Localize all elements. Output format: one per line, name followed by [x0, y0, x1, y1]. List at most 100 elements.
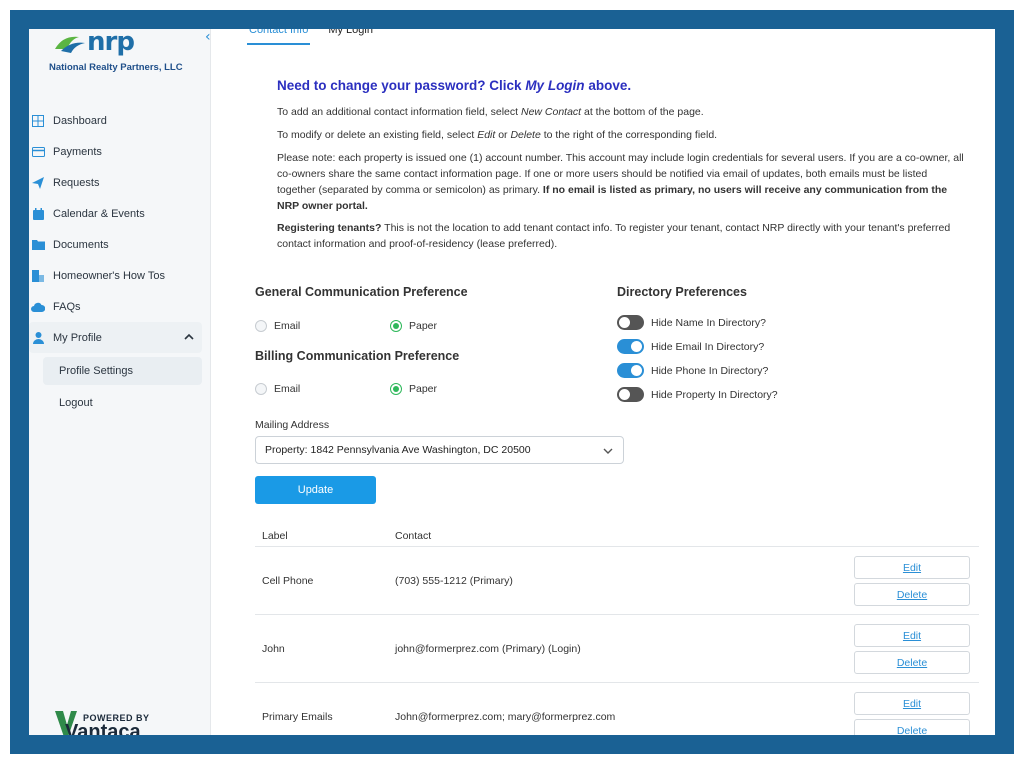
delete-button[interactable]: Delete [854, 719, 970, 735]
toggle-label: Hide Name In Directory? [651, 316, 766, 329]
sidebar-item-calendar-events[interactable]: Calendar & Events [29, 198, 211, 229]
hide-phone-toggle-row[interactable]: Hide Phone In Directory? [617, 363, 768, 378]
info-text: to the right of the corresponding field. [540, 129, 718, 141]
radio-email-general[interactable] [255, 320, 267, 332]
delete-button[interactable]: Delete [854, 651, 970, 674]
sidebar-item-faqs[interactable]: FAQs [29, 291, 211, 322]
sidebar-item-payments[interactable]: Payments [29, 136, 211, 167]
hide-property-toggle-row[interactable]: Hide Property In Directory? [617, 387, 778, 402]
app-window: nrp National Realty Partners, LLC ‹ Dash… [29, 29, 995, 735]
info-emphasis: New Contact [520, 106, 582, 118]
heading-prefix: Need to change your password? Click [277, 78, 526, 93]
general-comm-paper-option[interactable]: Paper [390, 320, 437, 332]
company-logo[interactable]: nrp National Realty Partners, LLC [47, 29, 197, 79]
sidebar-item-label: Homeowner's How Tos [53, 269, 165, 282]
radio-label: Paper [409, 383, 438, 395]
heading-suffix: above. [584, 78, 632, 93]
payments-icon [31, 145, 45, 159]
sidebar-item-label: Calendar & Events [53, 207, 145, 220]
sidebar-item-requests[interactable]: Requests [29, 167, 211, 198]
user-icon [31, 331, 45, 345]
nrp-logo-icon [55, 36, 85, 53]
info-emphasis: Edit [477, 129, 496, 141]
row-contact: john@formerprez.com (Primary) (Login) [395, 642, 581, 655]
info-text: To add an additional contact information… [277, 106, 521, 118]
vantaca-wordmark: Vantaca [65, 721, 141, 735]
send-icon [31, 176, 45, 190]
radio-label: Email [274, 383, 301, 395]
radio-label: Email [274, 320, 301, 332]
update-button[interactable]: Update [255, 476, 376, 504]
sidebar-item-homeowners-how-tos[interactable]: Homeowner's How Tos [29, 260, 211, 291]
info-modify-contact: To modify or delete an existing field, s… [277, 127, 967, 143]
delete-button[interactable]: Delete [854, 583, 970, 606]
tab-my-login[interactable]: My Login [328, 29, 373, 40]
sidebar-item-label: Payments [53, 145, 102, 158]
contacts-table: Label Contact Cell Phone (703) 555-1212 … [255, 525, 979, 735]
collapse-sidebar-icon[interactable]: ‹ [205, 29, 211, 45]
sidebar-item-documents[interactable]: Documents [29, 229, 211, 260]
sidebar-item-label: Dashboard [53, 114, 107, 127]
profile-submenu: Profile Settings Logout [29, 357, 211, 417]
hide-phone-toggle[interactable] [617, 363, 644, 378]
edit-button[interactable]: Edit [854, 624, 970, 647]
main-content: Contact Info My Login Need to change you… [235, 29, 995, 735]
chevron-up-icon[interactable] [184, 331, 194, 343]
sidebar-item-label: Requests [53, 176, 100, 189]
table-row: Cell Phone (703) 555-1212 (Primary) Edit… [255, 547, 979, 615]
info-emphasis: Delete [510, 129, 541, 141]
radio-paper-billing[interactable] [390, 383, 402, 395]
company-name: National Realty Partners, LLC [49, 62, 183, 73]
chevron-down-icon [603, 446, 613, 458]
cloud-icon [31, 300, 45, 314]
password-notice-heading: Need to change your password? Click My L… [277, 78, 631, 93]
hide-property-toggle[interactable] [617, 387, 644, 402]
sidebar: nrp National Realty Partners, LLC ‹ Dash… [29, 29, 211, 735]
folder-icon [31, 238, 45, 252]
book-icon [31, 269, 45, 283]
billing-comm-title: Billing Communication Preference [255, 349, 460, 363]
row-contact: (703) 555-1212 (Primary) [395, 574, 513, 587]
table-header: Label Contact [255, 525, 979, 547]
info-text: or [495, 129, 511, 141]
toggle-label: Hide Phone In Directory? [651, 364, 769, 377]
powered-by-vantaca: POWERED BY Vantaca [55, 705, 165, 735]
hide-name-toggle-row[interactable]: Hide Name In Directory? [617, 315, 766, 330]
row-label: John [262, 642, 285, 655]
tab-contact-info[interactable]: Contact Info [246, 29, 311, 45]
radio-email-billing[interactable] [255, 383, 267, 395]
general-comm-email-option[interactable]: Email [255, 320, 300, 332]
row-contact: John@formerprez.com; mary@formerprez.com [395, 710, 616, 723]
hide-email-toggle[interactable] [617, 339, 644, 354]
table-row: John john@formerprez.com (Primary) (Logi… [255, 615, 979, 683]
row-actions: Edit Delete [854, 556, 970, 610]
edit-button[interactable]: Edit [854, 692, 970, 715]
sidebar-nav: Dashboard Payments Requests Calendar & E… [29, 105, 211, 421]
general-comm-title: General Communication Preference [255, 285, 468, 299]
sidebar-item-profile-settings[interactable]: Profile Settings [43, 357, 202, 385]
mailing-address-select[interactable]: Property: 1842 Pennsylvania Ave Washingt… [255, 436, 624, 464]
hide-email-toggle-row[interactable]: Hide Email In Directory? [617, 339, 764, 354]
toggle-label: Hide Property In Directory? [651, 388, 778, 401]
row-actions: Edit Delete [854, 692, 970, 735]
sidebar-item-my-profile[interactable]: My Profile [29, 322, 202, 353]
billing-comm-paper-option[interactable]: Paper [390, 383, 437, 395]
table-row: Primary Emails John@formerprez.com; mary… [255, 683, 979, 735]
info-text: To modify or delete an existing field, s… [277, 129, 478, 141]
row-label: Primary Emails [262, 710, 333, 723]
sidebar-item-label: FAQs [53, 300, 81, 313]
billing-comm-email-option[interactable]: Email [255, 383, 300, 395]
sidebar-item-dashboard[interactable]: Dashboard [29, 105, 211, 136]
calendar-icon [31, 207, 45, 221]
dashboard-icon [31, 114, 45, 128]
hide-name-toggle[interactable] [617, 315, 644, 330]
radio-paper-general[interactable] [390, 320, 402, 332]
row-actions: Edit Delete [854, 624, 970, 678]
row-label: Cell Phone [262, 574, 314, 587]
edit-button[interactable]: Edit [854, 556, 970, 579]
screenshot-frame: nrp National Realty Partners, LLC ‹ Dash… [10, 10, 1014, 754]
profile-tabs: Contact Info My Login [246, 29, 373, 45]
column-header-label: Label [262, 529, 288, 542]
info-add-contact: To add an additional contact information… [277, 104, 967, 120]
sidebar-item-logout[interactable]: Logout [43, 389, 202, 417]
